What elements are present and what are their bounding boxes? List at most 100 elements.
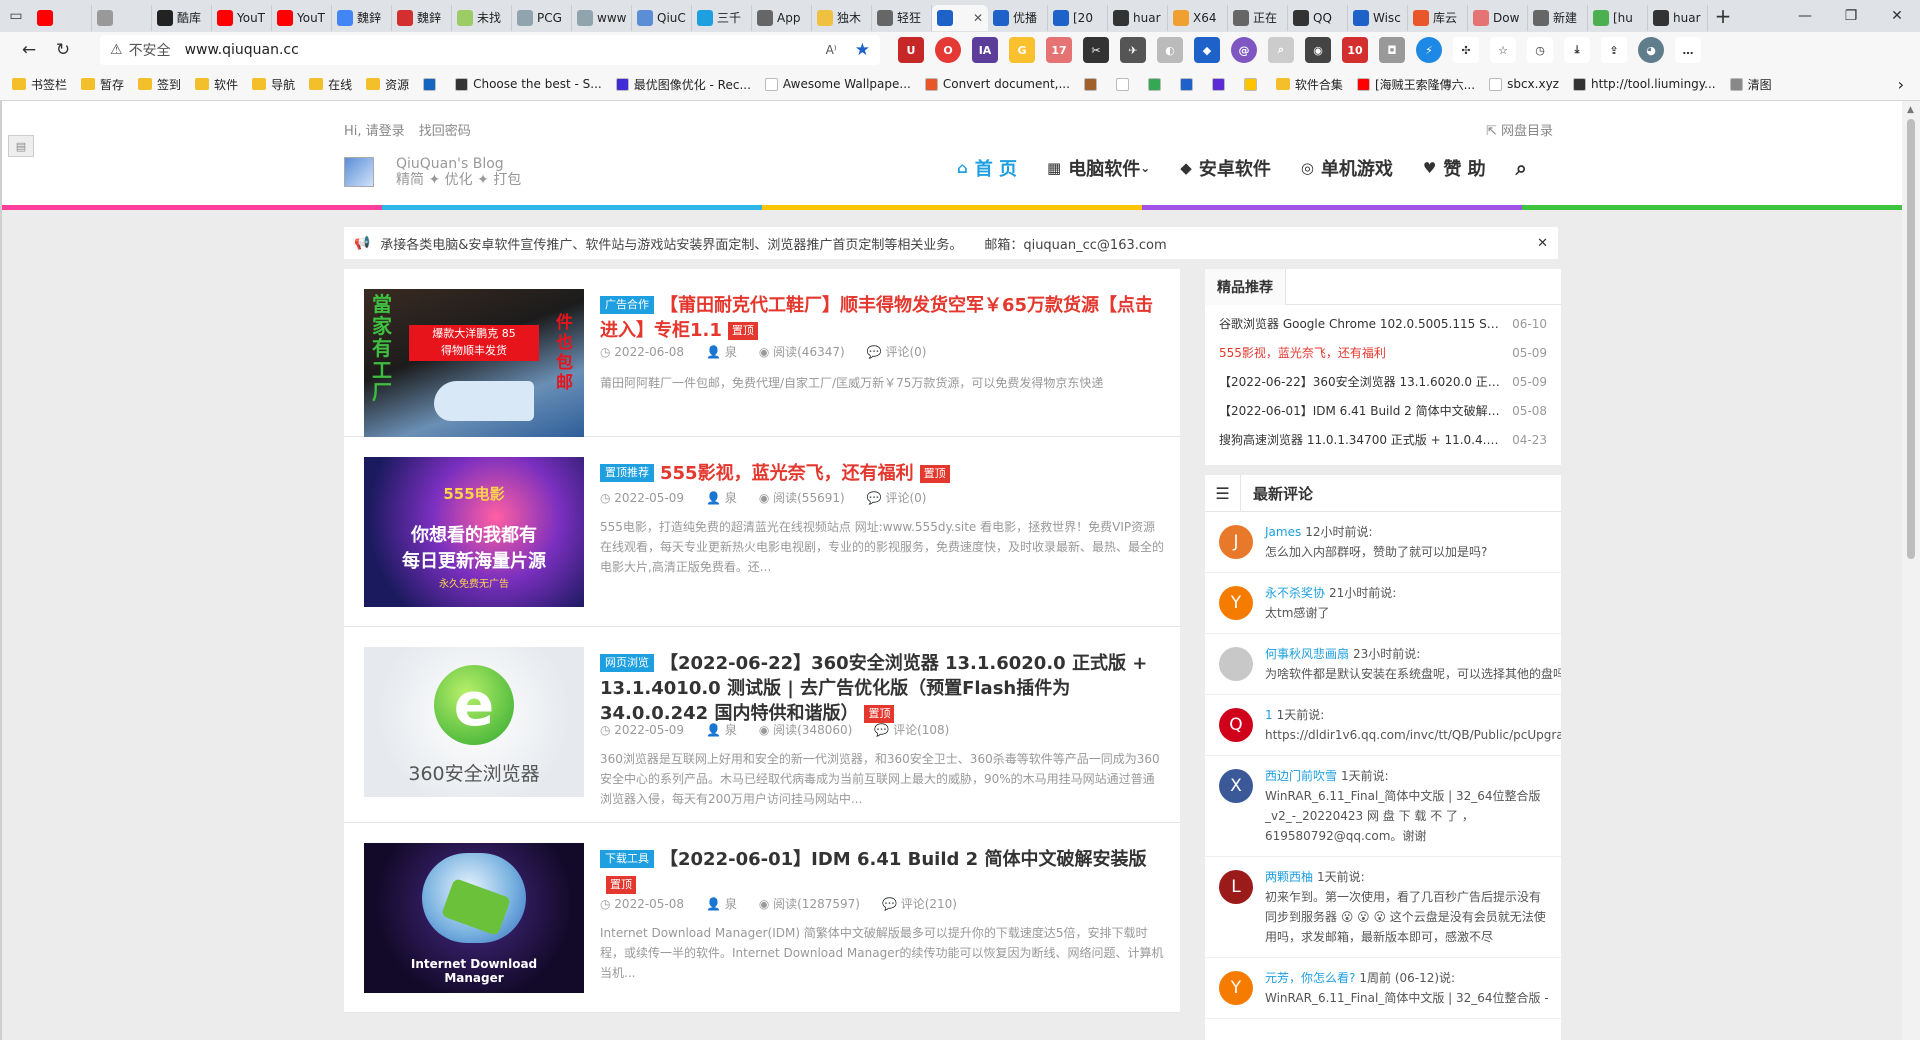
bookmark-item[interactable]: 最优图像优化 - Rec... (615, 76, 751, 93)
download-icon[interactable]: ⤓ (1564, 37, 1590, 63)
share-icon[interactable]: ⇪ (1601, 37, 1627, 63)
extension-icon[interactable]: ✈ (1120, 37, 1146, 63)
extension-icon[interactable]: ◉ (1305, 37, 1331, 63)
camera-icon[interactable]: ◘ (1379, 37, 1405, 63)
nav-item[interactable]: ▦ 电脑软件 ⌄ (1047, 155, 1150, 181)
bookmark-item[interactable]: [海贼王索隆傳六... (1356, 76, 1475, 93)
scroll-up-icon[interactable]: ▲ (1907, 105, 1914, 115)
browser-tab[interactable]: 独木 (812, 4, 872, 31)
comment-text[interactable]: https://dldir1v6.qq.com/invc/tt/QB/Publi… (1265, 725, 1561, 745)
extension-icon[interactable]: G (1009, 37, 1035, 63)
extension-icon[interactable]: ◐ (1157, 37, 1183, 63)
comment-text[interactable]: 为啥软件都是默认安装在系统盘呢，可以选择其他的盘吗 (1265, 664, 1561, 684)
comment-user[interactable]: 元芳，你怎么看? (1265, 971, 1355, 985)
category-badge[interactable]: 广告合作 (600, 296, 654, 314)
bookmark-item[interactable] (1211, 77, 1230, 91)
post-title[interactable]: 置顶推荐 555影视，蓝光奈飞，还有福利 置顶 (600, 461, 1160, 486)
maximize-icon[interactable]: ❐ (1828, 0, 1874, 32)
post-title-text[interactable]: 【莆田耐克代工鞋厂】顺丰得物发货空军￥65万款货源【点击进入】专柜1.1 (600, 295, 1153, 341)
browser-tab[interactable]: 魏鋅 (332, 4, 392, 31)
avatar[interactable]: Y (1219, 586, 1253, 620)
bookmark-item[interactable]: 签到 (138, 76, 181, 93)
extension-icon[interactable]: ⌕ (1268, 37, 1294, 63)
extension-icon[interactable]: ⚡ (1416, 37, 1442, 63)
nav-item[interactable]: ⌂ 首 页 (957, 155, 1017, 181)
comment-user[interactable]: 永不杀奖协 (1265, 586, 1325, 600)
post-title[interactable]: 广告合作 【莆田耐克代工鞋厂】顺丰得物发货空军￥65万款货源【点击进入】专柜1.1… (600, 293, 1160, 343)
category-badge[interactable]: 下载工具 (600, 850, 654, 868)
browser-tab[interactable]: Dow (1468, 4, 1528, 31)
extension-icon[interactable]: @ (1231, 37, 1257, 63)
avatar[interactable]: J (1219, 525, 1253, 559)
bookmark-item[interactable]: http://tool.liumingy... (1572, 77, 1716, 91)
browser-tab[interactable]: 三千 (692, 4, 752, 31)
recommend-item[interactable]: 谷歌浏览器 Google Chrome 102.0.5005.115 St...… (1205, 309, 1561, 338)
page-scrollbar[interactable]: ▲ (1902, 101, 1920, 1040)
avatar[interactable]: L (1219, 870, 1253, 904)
bookmark-item[interactable] (1147, 77, 1166, 91)
login-link[interactable]: Hi, 请登录 (344, 124, 405, 139)
recommend-title[interactable]: 谷歌浏览器 Google Chrome 102.0.5005.115 St... (1219, 315, 1512, 332)
browser-tab[interactable]: 库云 (1408, 4, 1468, 31)
more-menu-icon[interactable]: … (1675, 37, 1701, 63)
comment-user[interactable]: 1 (1265, 708, 1273, 722)
browser-tab[interactable]: ✕ (932, 4, 988, 31)
minimize-icon[interactable]: — (1782, 0, 1828, 32)
recommend-item[interactable]: 【2022-06-22】360安全浏览器 13.1.6020.0 正式... 05… (1205, 367, 1561, 396)
tab-actions-icon[interactable]: ▭ (0, 0, 32, 32)
recommend-title[interactable]: 【2022-06-22】360安全浏览器 13.1.6020.0 正式... (1219, 373, 1512, 390)
browser-tab[interactable]: YouT (212, 4, 272, 31)
browser-tab[interactable]: 未找 (452, 4, 512, 31)
post-thumbnail[interactable]: 當家有工厂 爆款大洋鹏克 85 得物顺丰发货 件也包邮 (364, 289, 584, 439)
recover-password-link[interactable]: 找回密码 (419, 124, 471, 139)
comment-user[interactable]: James (1265, 525, 1301, 539)
browser-tab[interactable]: huar (1648, 4, 1708, 31)
bookmark-item[interactable]: 暂存 (81, 76, 124, 93)
post-title[interactable]: 网页浏览 【2022-06-22】360安全浏览器 13.1.6020.0 正式版… (600, 651, 1160, 726)
browser-tab[interactable]: QQ (1288, 4, 1348, 31)
avatar[interactable]: X (1219, 769, 1253, 803)
browser-tab[interactable]: www (572, 4, 632, 31)
avatar[interactable]: Y (1219, 971, 1253, 1005)
bookmark-item[interactable]: sbcx.xyz (1489, 77, 1559, 91)
comment-text[interactable]: WinRAR_6.11_Final_简体中文版 | 32_64位整合版 - (1265, 988, 1561, 1008)
browser-tab[interactable] (92, 4, 152, 31)
post-thumbnail[interactable]: Internet Download Manager (364, 843, 584, 993)
post-thumbnail[interactable]: e 360安全浏览器 (364, 647, 584, 797)
browser-tab[interactable]: 正在 (1228, 4, 1288, 31)
back-icon[interactable]: ← (12, 35, 46, 65)
extension-icon[interactable]: ✂ (1083, 37, 1109, 63)
extension-icon[interactable]: U (898, 37, 924, 63)
close-window-icon[interactable]: ✕ (1874, 0, 1920, 32)
browser-tab[interactable]: Wisc (1348, 4, 1408, 31)
comment-text[interactable]: 怎么加入内部群呀，赞助了就可以加是吗? (1265, 542, 1561, 562)
comment-user[interactable]: 何事秋风悲画扇 (1265, 647, 1349, 661)
browser-tab[interactable]: X64 (1168, 4, 1228, 31)
bookmark-item[interactable] (423, 77, 441, 91)
browser-tab[interactable]: 轻狂 (872, 4, 932, 31)
bookmark-item[interactable]: Awesome Wallpape... (764, 77, 911, 91)
comment-text[interactable]: 初来乍到。第一次使用，看了几百秒广告后提示没有同步到服务器 😮 😮 😮 这个云盘… (1265, 887, 1561, 947)
nav-item[interactable]: ♥ 赞 助 (1423, 155, 1486, 181)
site-logo[interactable] (344, 157, 374, 187)
extension-icon[interactable]: 17 (1046, 37, 1072, 63)
browser-tab[interactable]: [hu (1588, 4, 1648, 31)
favorite-star-icon[interactable]: ★ (855, 40, 870, 60)
bookmark-item[interactable] (1179, 77, 1198, 91)
new-tab-button[interactable]: + (1708, 4, 1738, 28)
bookmark-item[interactable] (1115, 77, 1134, 91)
comment-user[interactable]: 两颗西柚 (1265, 870, 1313, 884)
scrollbar-thumb[interactable] (1907, 119, 1915, 559)
browser-tab[interactable]: PCG (512, 4, 572, 31)
post-title-text[interactable]: 【2022-06-01】IDM 6.41 Build 2 简体中文破解安装版 (660, 849, 1146, 870)
bookmark-item[interactable]: 资源 (366, 76, 409, 93)
recommend-item[interactable]: 555影视，蓝光奈飞，还有福利 05-09 (1205, 338, 1561, 367)
comment-text[interactable]: 太tm感谢了 (1265, 603, 1561, 623)
browser-tab[interactable]: huar (1108, 4, 1168, 31)
bookmark-item[interactable]: 清图 (1729, 76, 1772, 93)
comment-user[interactable]: 西边门前吹雪 (1265, 769, 1337, 783)
recommend-title[interactable]: 精品推荐 (1205, 268, 1286, 305)
brand[interactable]: QiuQuan's Blog 精简 ✦ 优化 ✦ 打包 (396, 156, 521, 188)
bookmark-item[interactable]: Choose the best - S... (455, 77, 602, 91)
profile-avatar[interactable]: ◕ (1638, 37, 1664, 63)
